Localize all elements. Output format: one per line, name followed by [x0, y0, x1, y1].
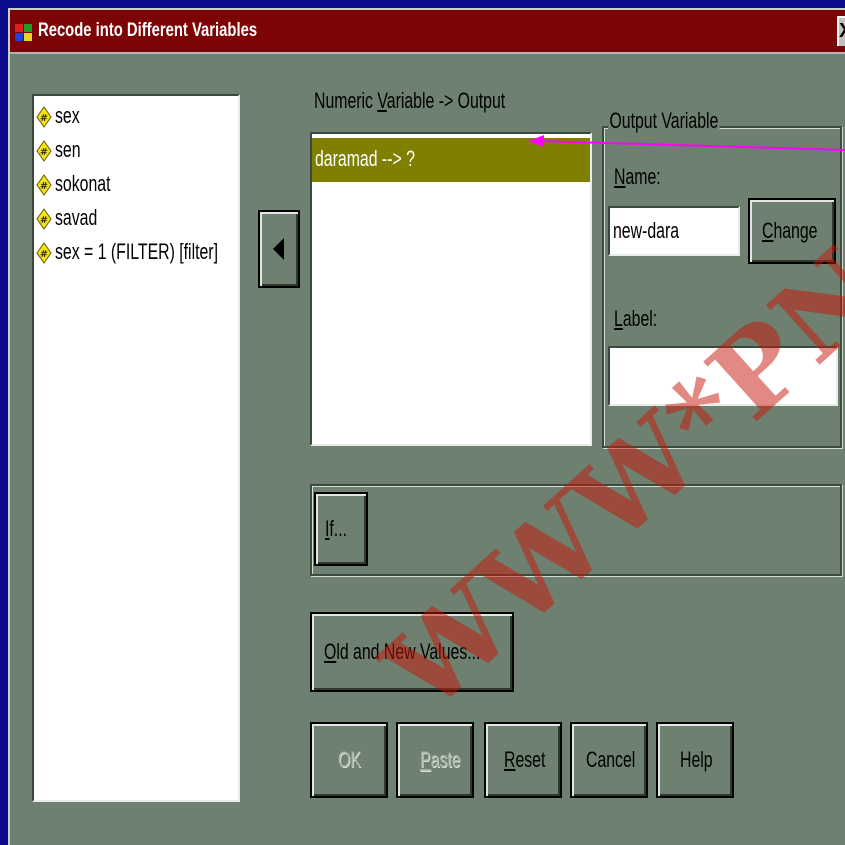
svg-text:#: # [40, 113, 48, 124]
arrow-left-icon [273, 238, 284, 260]
source-variable-list[interactable]: # sex # sen # sokonat # savad # sex = 1 … [32, 94, 240, 802]
list-item[interactable]: # savad [34, 202, 238, 236]
if-panel [310, 484, 842, 576]
numeric-variable-icon: # [36, 242, 52, 264]
numeric-variable-icon: # [36, 106, 52, 128]
recode-dialog: Recode into Different Variables X # sex … [8, 8, 845, 845]
list-item[interactable]: # sen [34, 134, 238, 168]
help-button[interactable]: Help [656, 722, 734, 798]
window-title: Recode into Different Variables [38, 20, 258, 41]
old-and-new-values-button[interactable]: Old and New Values... [310, 612, 514, 692]
label-input[interactable] [608, 346, 838, 406]
svg-text:#: # [40, 215, 48, 226]
if-button[interactable]: If... [314, 492, 368, 566]
spss-app-icon [15, 24, 32, 41]
title-bar[interactable]: Recode into Different Variables X [10, 10, 845, 54]
numeric-variable-icon: # [36, 208, 52, 230]
mapping-label: daramad --> ? [315, 146, 415, 171]
list-item[interactable]: # sex = 1 (FILTER) [filter] [34, 236, 238, 270]
reset-button[interactable]: Reset [484, 722, 562, 798]
list-item-selected[interactable]: daramad --> ? [312, 138, 590, 182]
variable-label: sex [55, 103, 80, 128]
label-field-label: Label: [614, 306, 658, 331]
numeric-variable-label: Numeric Variable -> Output [314, 88, 506, 113]
list-item[interactable]: # sokonat [34, 168, 238, 202]
numeric-variable-icon: # [36, 140, 52, 162]
list-item[interactable]: # sex [34, 100, 238, 134]
variable-label: sokonat [55, 171, 111, 196]
svg-text:#: # [40, 147, 48, 158]
variable-label: sex = 1 (FILTER) [filter] [55, 239, 218, 264]
variable-label: sen [55, 137, 81, 162]
group-title: Output Variable [608, 108, 720, 134]
numeric-variable-output-list[interactable]: daramad --> ? [310, 132, 592, 446]
ok-button[interactable]: OK [310, 722, 388, 798]
numeric-variable-icon: # [36, 174, 52, 196]
name-input[interactable]: new-dara [608, 206, 740, 256]
variable-label: savad [55, 205, 98, 230]
name-field-label: Name: [614, 164, 661, 189]
close-icon: X [839, 18, 845, 44]
svg-text:#: # [40, 249, 48, 260]
close-button[interactable]: X [837, 16, 845, 46]
svg-text:#: # [40, 181, 48, 192]
name-input-value: new-dara [613, 218, 680, 243]
cancel-button[interactable]: Cancel [570, 722, 648, 798]
paste-button[interactable]: Paste [396, 722, 474, 798]
move-variable-button[interactable] [258, 210, 300, 288]
change-button[interactable]: Change [748, 198, 836, 264]
